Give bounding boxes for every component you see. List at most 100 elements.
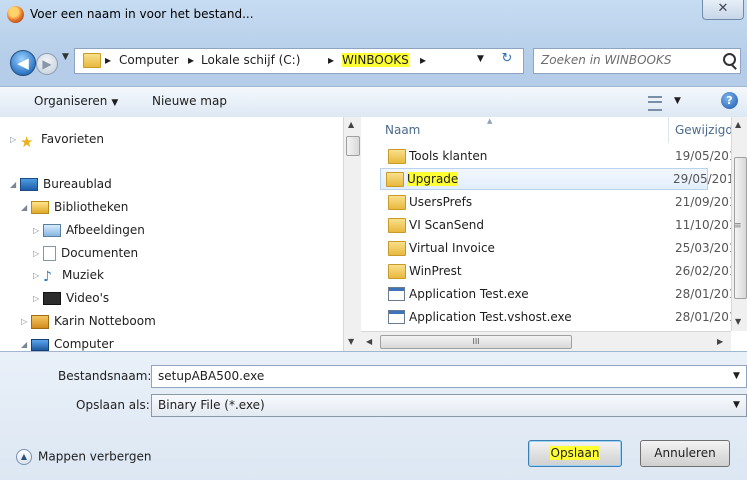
library-icon (31, 201, 49, 214)
save-dialog: Voer een naam in voor het bestand... ✕ ◀… (0, 0, 747, 480)
refresh-icon[interactable]: ↻ (495, 51, 519, 69)
nav-item-label: Favorieten (41, 132, 104, 146)
scroll-down-icon[interactable]: ▼ (735, 317, 741, 326)
nav-item-label: Muziek (62, 268, 104, 282)
file-row[interactable]: Tools klanten 19/05/2010 (383, 146, 744, 166)
file-row[interactable]: Application Test.exe 28/01/2010 (383, 284, 744, 304)
breadcrumb-separator[interactable]: ▸ (420, 53, 426, 67)
file-name: Application Test.vshost.exe (409, 310, 572, 324)
file-row[interactable]: VI ScanSend 11/10/2012 (383, 215, 744, 235)
save-button[interactable]: Opslaan (528, 440, 622, 467)
expand-arrow-icon[interactable]: ▷ (10, 135, 20, 144)
nav-item-desktop[interactable]: ◢ Bureaublad (10, 177, 112, 197)
organize-menu[interactable]: Organiseren ▼ (34, 94, 118, 108)
back-button[interactable]: ◀ (10, 50, 36, 76)
nav-item-pictures[interactable]: ▷ Afbeeldingen (33, 223, 145, 243)
document-icon (43, 246, 56, 261)
search-input[interactable]: Zoeken in WINBOOKS (533, 48, 741, 74)
application-icon (388, 287, 405, 301)
file-name: UsersPrefs (409, 195, 473, 209)
folder-icon (388, 218, 406, 233)
breadcrumb-separator[interactable]: ▸ (105, 53, 111, 67)
breadcrumb-winbooks[interactable]: WINBOOKS (342, 53, 409, 67)
command-bar: Organiseren ▼ Nieuwe map ▼ ? (0, 86, 747, 118)
collapse-arrow-icon[interactable]: ◢ (10, 180, 20, 189)
folder-icon (388, 149, 406, 164)
search-icon[interactable] (723, 53, 736, 66)
file-name: Tools klanten (409, 149, 488, 163)
file-list-scrollbar[interactable]: ▲ ≡ ▼ (731, 117, 747, 331)
expand-arrow-icon[interactable]: ▷ (33, 249, 43, 258)
folder-icon (386, 172, 404, 187)
scroll-thumb[interactable]: III (380, 335, 572, 349)
address-dropdown-icon[interactable]: ▼ (477, 54, 484, 64)
nav-item-label: Bureaublad (43, 177, 112, 191)
organize-label: Organiseren (34, 94, 108, 108)
computer-icon (31, 338, 49, 351)
nav-item-label: Bibliotheken (54, 200, 129, 214)
scroll-thumb[interactable] (346, 136, 360, 156)
chevron-down-icon: ▼ (111, 98, 119, 108)
filename-label: Bestandsnaam: (58, 369, 152, 383)
chevron-down-icon[interactable]: ▼ (733, 400, 740, 410)
collapse-arrow-icon[interactable]: ◢ (21, 340, 31, 349)
expand-arrow-icon[interactable]: ▷ (33, 294, 43, 303)
firefox-icon (7, 6, 24, 23)
file-row[interactable]: Application Test.vshost.exe 28/01/2010 (383, 307, 744, 327)
navigation-scrollbar[interactable]: ▲ ▼ (343, 117, 361, 351)
hide-folders-button[interactable]: ▲ Mappen verbergen (16, 449, 152, 465)
scroll-up-icon[interactable]: ▲ (348, 120, 354, 129)
nav-item-user[interactable]: ▷ Karin Notteboom (21, 314, 156, 334)
file-row[interactable]: WinPrest 26/02/2013 (383, 261, 744, 281)
savetype-label: Opslaan als: (76, 398, 150, 412)
address-bar[interactable]: ▸ Computer ▸ Lokale schijf (C:) ▸ WINBOO… (74, 48, 524, 74)
nav-item-documents[interactable]: ▷ Documenten (33, 246, 138, 266)
application-icon (388, 310, 405, 324)
expand-arrow-icon[interactable]: ▷ (33, 271, 43, 280)
recent-pages-dropdown-icon[interactable]: ▼ (62, 52, 69, 62)
cancel-button[interactable]: Annuleren (640, 440, 730, 467)
chevron-down-icon[interactable]: ▼ (674, 96, 681, 106)
close-button[interactable]: ✕ (702, 0, 744, 20)
nav-item-libraries[interactable]: ◢ Bibliotheken (21, 200, 128, 220)
user-folder-icon (31, 314, 49, 329)
expand-arrow-icon[interactable]: ▷ (33, 226, 43, 235)
file-row[interactable]: Virtual Invoice 25/03/2013 (383, 238, 744, 258)
file-row-selected[interactable]: Upgrade 29/05/2012 (380, 168, 742, 190)
filename-input[interactable]: setupABA500.exe ▼ (151, 365, 747, 388)
savetype-select[interactable]: Binary File (*.exe) ▼ (151, 394, 747, 417)
file-list-hscrollbar[interactable]: ◀ III ▶ (361, 331, 731, 352)
new-folder-button[interactable]: Nieuwe map (152, 94, 227, 108)
chevron-down-icon[interactable]: ▼ (733, 371, 740, 381)
column-header-name[interactable]: Naam (385, 123, 420, 137)
music-note-icon: ♪ (43, 268, 52, 285)
breadcrumb-separator[interactable]: ▸ (188, 53, 194, 67)
collapse-arrow-icon[interactable]: ◢ (21, 203, 31, 212)
folder-icon (388, 195, 406, 210)
nav-item-label: Afbeeldingen (66, 223, 145, 237)
nav-item-label: Computer (54, 337, 114, 351)
view-options-icon[interactable] (648, 96, 662, 111)
nav-item-label: Documenten (61, 246, 139, 260)
breadcrumb-separator[interactable]: ▸ (328, 53, 334, 67)
desktop-icon (20, 178, 38, 191)
help-icon[interactable]: ? (721, 92, 738, 109)
scroll-right-icon[interactable]: ▶ (717, 337, 723, 346)
expand-arrow-icon[interactable]: ▷ (21, 317, 31, 326)
scroll-down-icon[interactable]: ▼ (348, 337, 354, 346)
scroll-up-icon[interactable]: ▲ (735, 120, 741, 129)
nav-item-favorites[interactable]: ▷ ★ Favorieten (10, 132, 104, 152)
column-divider[interactable] (668, 117, 669, 143)
nav-item-computer[interactable]: ◢ Computer (21, 337, 114, 351)
breadcrumb-computer[interactable]: Computer (119, 53, 179, 67)
nav-item-music[interactable]: ▷ ♪ Muziek (33, 268, 104, 288)
nav-item-videos[interactable]: ▷ Video's (33, 291, 109, 311)
forward-button[interactable]: ▶ (36, 53, 58, 75)
breadcrumb-drive-c[interactable]: Lokale schijf (C:) (201, 53, 300, 67)
scroll-left-icon[interactable]: ◀ (366, 337, 372, 346)
folder-icon (388, 264, 406, 279)
savetype-value: Binary File (*.exe) (158, 398, 265, 412)
video-icon (43, 292, 61, 305)
file-row[interactable]: UsersPrefs 21/09/2012 (383, 192, 744, 212)
hide-folders-label: Mappen verbergen (38, 449, 152, 464)
